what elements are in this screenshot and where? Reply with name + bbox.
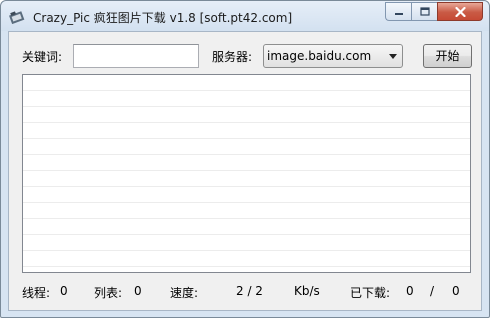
server-select[interactable]: image.baidu.com [263, 44, 403, 68]
downloaded-label: 已下载: [350, 286, 391, 300]
app-icon [9, 11, 25, 24]
list-value: 0 [134, 284, 142, 298]
minimize-icon [394, 12, 403, 15]
close-button[interactable] [437, 2, 483, 21]
chevron-down-icon [389, 54, 397, 59]
speed-unit: Kb/s [294, 284, 320, 298]
downloaded-separator: / [430, 284, 435, 298]
downloaded-total: 0 [452, 284, 460, 298]
start-button[interactable]: 开始 [423, 44, 472, 68]
keyword-input[interactable] [73, 44, 199, 68]
downloaded-value: 0 [406, 284, 414, 298]
caption-buttons [385, 2, 483, 21]
minimize-button[interactable] [385, 2, 411, 21]
speed-label: 速度: [170, 286, 199, 300]
title-bar[interactable]: Crazy_Pic 疯狂图片下载 v1.8 [soft.pt42.com] [1, 1, 489, 31]
results-list[interactable] [22, 74, 471, 273]
server-label: 服务器: [212, 50, 253, 64]
close-icon [454, 6, 466, 17]
keyword-label: 关键词: [22, 50, 63, 64]
list-label: 列表: [94, 286, 123, 300]
threads-label: 线程: [22, 286, 51, 300]
threads-value: 0 [60, 284, 68, 298]
window-title: Crazy_Pic 疯狂图片下载 v1.8 [soft.pt42.com] [33, 11, 293, 25]
speed-value: 2 / 2 [236, 284, 263, 298]
maximize-icon [419, 7, 430, 16]
maximize-button[interactable] [411, 2, 437, 21]
server-selected-value: image.baidu.com [267, 49, 372, 63]
